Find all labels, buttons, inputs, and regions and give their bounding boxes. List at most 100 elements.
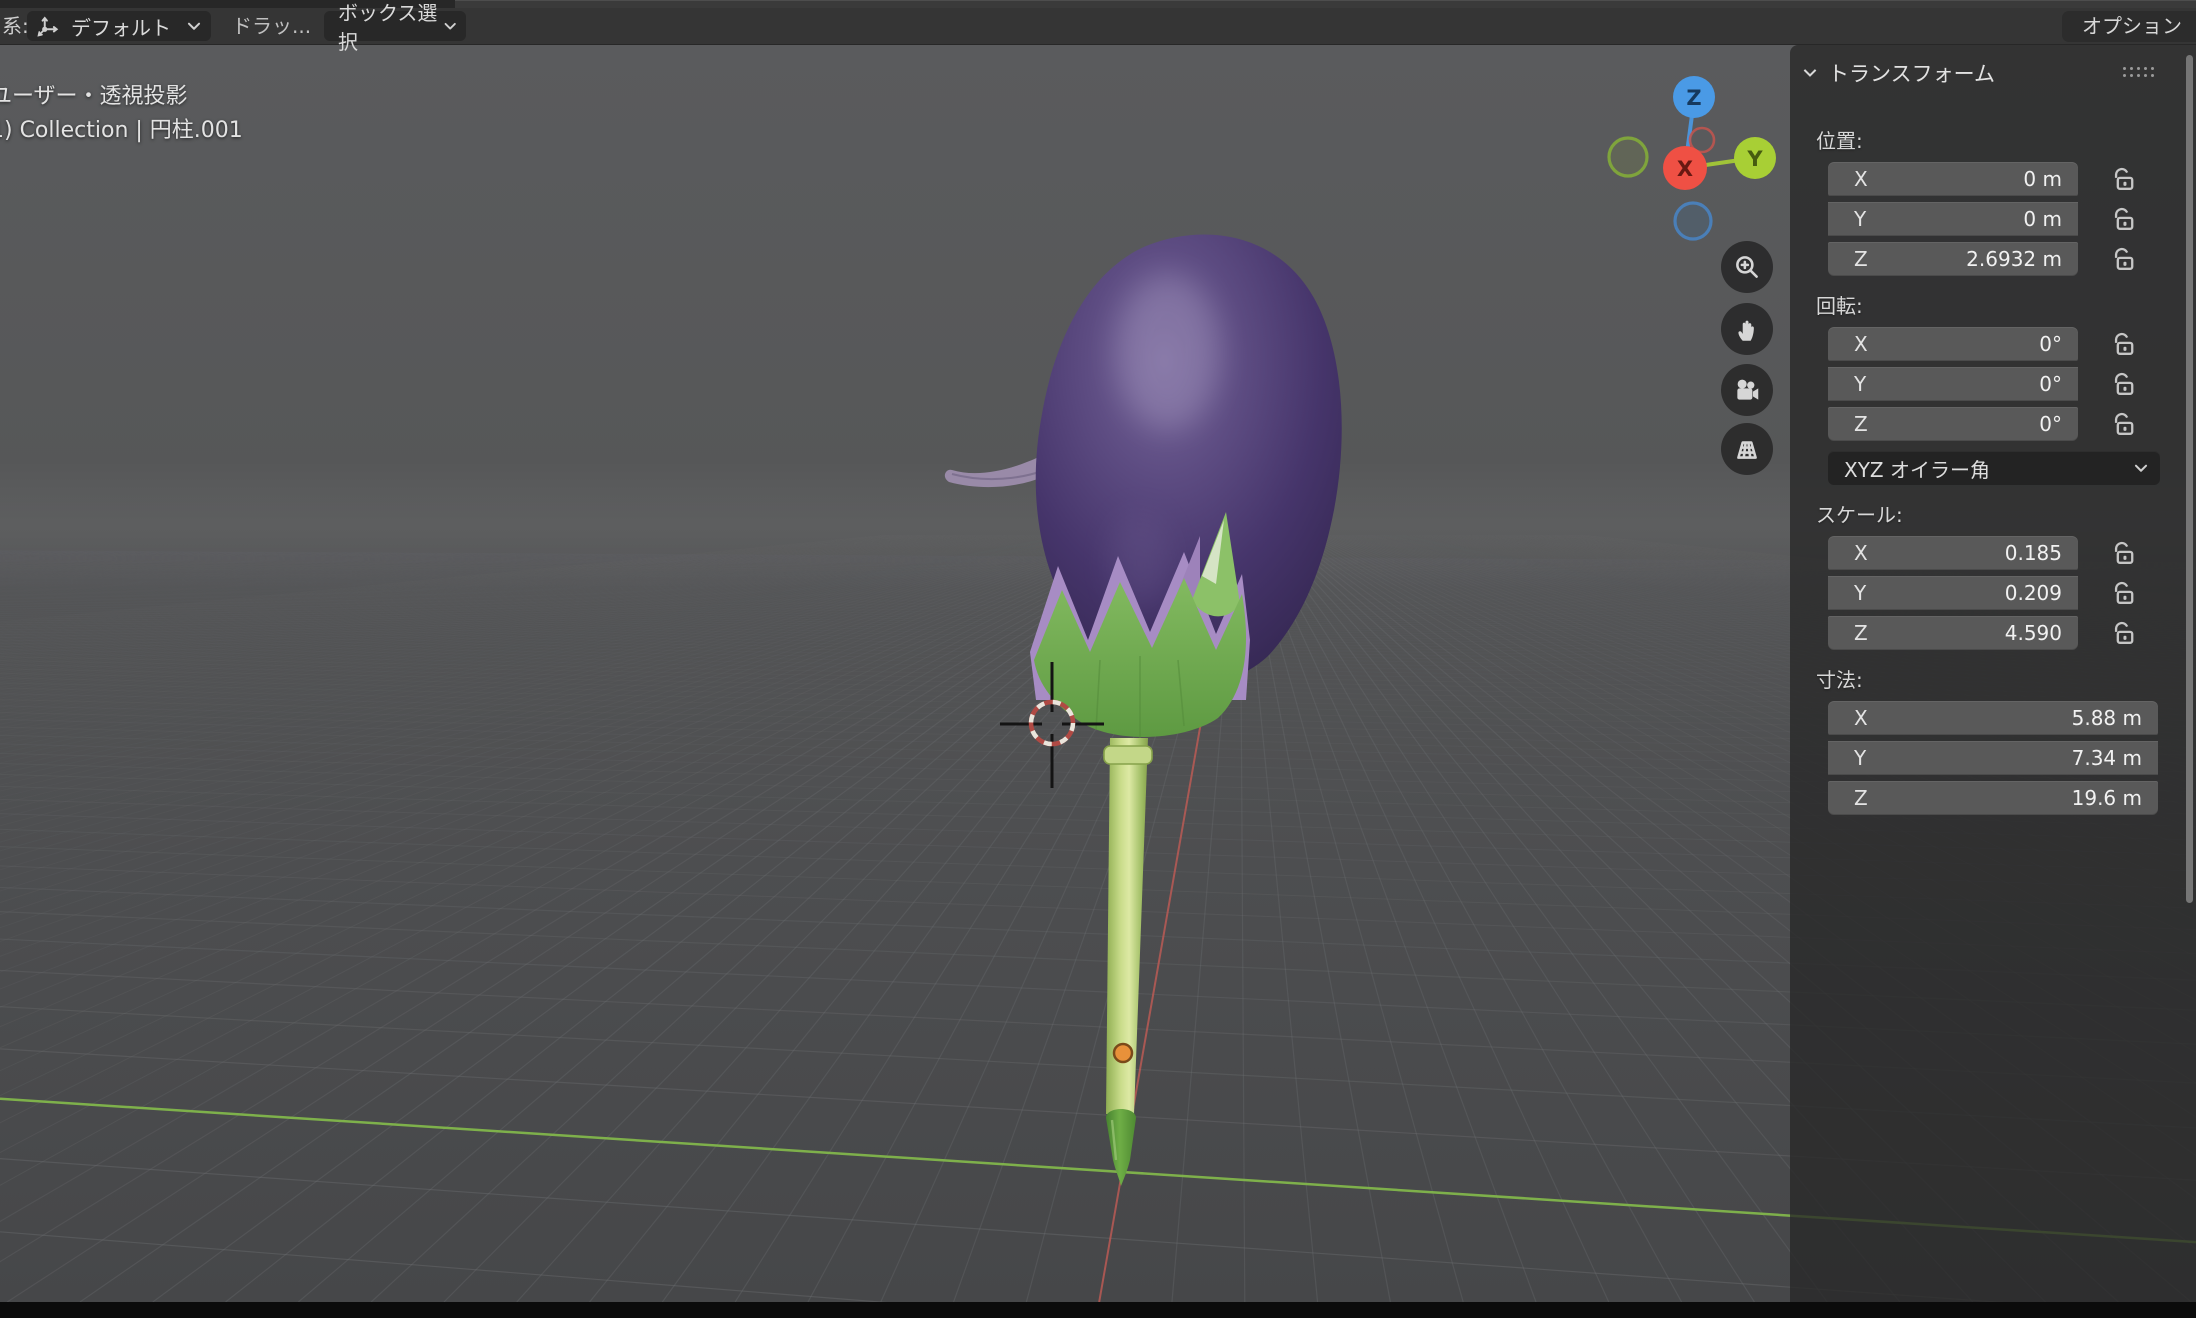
rotation-mode-value: XYZ オイラー角 (1844, 454, 1990, 483)
axis-value: 0.185 (2005, 541, 2062, 565)
panel-title: トランスフォーム (1828, 58, 1995, 88)
select-mode-value: ボックス選択 (338, 0, 444, 55)
axis-value: 0.209 (2005, 581, 2062, 605)
axis-value: 0 m (2023, 207, 2062, 231)
axis-value: 4.590 (2005, 621, 2062, 645)
pan-button[interactable] (1721, 303, 1773, 355)
scale-z-lock-icon[interactable] (2108, 618, 2138, 648)
rotation-x-field[interactable]: X 0° (1828, 327, 2078, 361)
object-origin-dot (1114, 1044, 1132, 1062)
axis-label: X (1854, 706, 1868, 730)
panel-scrollbar[interactable] (2186, 55, 2193, 903)
gizmo-minus-z[interactable] (1675, 203, 1711, 239)
axis-value: 0° (2039, 372, 2062, 396)
axis-label: Y (1854, 372, 1866, 396)
chevron-down-icon (2134, 464, 2148, 473)
location-y-lock-icon[interactable] (2108, 204, 2138, 234)
panel-grip-handle[interactable] (2123, 67, 2158, 81)
hand-icon (1732, 314, 1762, 344)
gizmo-x-ball[interactable]: X (1663, 146, 1707, 190)
scale-x-row: X 0.185 (1828, 536, 2196, 570)
gizmo-z-label: Z (1686, 86, 1701, 110)
scale-y-field[interactable]: Y 0.209 (1828, 576, 2078, 610)
zoom-button[interactable] (1721, 241, 1773, 293)
transform-orientation-dropdown[interactable]: デフォルト (27, 11, 211, 41)
gizmo-x-label: X (1677, 157, 1693, 181)
camera-icon (1732, 375, 1762, 405)
axis-label: X (1854, 167, 1868, 191)
rotation-section-label: 回転: (1816, 290, 2196, 319)
axis-label: Y (1854, 581, 1866, 605)
chevron-down-icon (444, 22, 456, 31)
axis-label: Z (1854, 412, 1868, 436)
dimensions-z-field[interactable]: Z 19.6 m (1828, 781, 2158, 815)
location-y-row: Y 0 m (1828, 202, 2196, 236)
stem-collar (1104, 746, 1152, 764)
rotation-z-row: Z 0° (1828, 407, 2196, 441)
orientation-prefix-label: 系: (2, 8, 29, 44)
gizmo-minus-y[interactable] (1609, 138, 1647, 176)
location-y-field[interactable]: Y 0 m (1828, 202, 2078, 236)
location-x-field[interactable]: X 0 m (1828, 162, 2078, 196)
gizmo-y-ball[interactable]: Y (1734, 137, 1776, 179)
location-z-field[interactable]: Z 2.6932 m (1828, 242, 2078, 276)
scale-z-row: Z 4.590 (1828, 616, 2196, 650)
perspective-grid-icon (1732, 434, 1762, 464)
axis-label: Z (1854, 786, 1868, 810)
scale-section-label: スケール: (1816, 499, 2196, 528)
axis-label: Y (1854, 746, 1866, 770)
options-button[interactable]: オプション (2062, 11, 2196, 42)
axis-label: Y (1854, 207, 1866, 231)
transform-panel-header[interactable]: トランスフォーム (1790, 45, 2196, 101)
panel-collapse-chevron-icon[interactable] (1802, 68, 1818, 78)
location-x-lock-icon[interactable] (2108, 164, 2138, 194)
dimensions-x-row: X 5.88 m (1828, 701, 2196, 735)
axis-value: 0 m (2023, 167, 2062, 191)
select-mode-dropdown[interactable]: ボックス選択 (324, 11, 466, 41)
transform-orientation-icon (35, 13, 61, 39)
scale-y-lock-icon[interactable] (2108, 578, 2138, 608)
scale-y-row: Y 0.209 (1828, 576, 2196, 610)
transform-panel: トランスフォーム 位置: X 0 m Y 0 m Z 2.6932 m 回転: … (1790, 45, 2196, 1302)
axis-value: 0° (2039, 412, 2062, 436)
orientation-value: デフォルト (71, 12, 171, 41)
body-highlight (1116, 274, 1220, 430)
rotation-z-field[interactable]: Z 0° (1828, 407, 2078, 441)
gizmo-y-label: Y (1746, 147, 1763, 171)
rotation-z-lock-icon[interactable] (2108, 409, 2138, 439)
location-x-row: X 0 m (1828, 162, 2196, 196)
location-section-label: 位置: (1816, 125, 2196, 154)
location-z-lock-icon[interactable] (2108, 244, 2138, 274)
dimensions-section-label: 寸法: (1816, 664, 2196, 693)
orthographic-toggle-button[interactable] (1721, 423, 1773, 475)
scale-x-field[interactable]: X 0.185 (1828, 536, 2078, 570)
dimensions-y-row: Y 7.34 m (1828, 741, 2196, 775)
rotation-y-field[interactable]: Y 0° (1828, 367, 2078, 401)
axis-label: X (1854, 332, 1868, 356)
rotation-x-lock-icon[interactable] (2108, 329, 2138, 359)
rotation-x-row: X 0° (1828, 327, 2196, 361)
axis-label: Z (1854, 621, 1868, 645)
location-z-row: Z 2.6932 m (1828, 242, 2196, 276)
camera-view-button[interactable] (1721, 364, 1773, 416)
gizmo-z-ball[interactable]: Z (1673, 76, 1715, 118)
editor-bottom-strip (0, 1302, 2196, 1318)
axis-value: 5.88 m (2072, 706, 2142, 730)
axis-value: 2.6932 m (1966, 247, 2062, 271)
viewport-header: 系: デフォルト ドラッ... ボックス選択 オプション (0, 8, 2196, 45)
active-collection-label: 1) Collection | 円柱.001 (0, 112, 243, 144)
dimensions-x-field[interactable]: X 5.88 m (1828, 701, 2158, 735)
drag-label[interactable]: ドラッ... (232, 8, 311, 44)
zoom-icon (1732, 252, 1762, 282)
axis-label: Z (1854, 247, 1868, 271)
axis-value: 7.34 m (2072, 746, 2142, 770)
view-perspective-label: ユーザー・透視投影 (0, 78, 188, 110)
blender-window: { "topbar": { "orientation_prefix": "系:"… (0, 0, 2196, 1318)
dimensions-y-field[interactable]: Y 7.34 m (1828, 741, 2158, 775)
rotation-y-lock-icon[interactable] (2108, 369, 2138, 399)
axis-value: 0° (2039, 332, 2062, 356)
rotation-mode-dropdown[interactable]: XYZ オイラー角 (1828, 451, 2160, 485)
scale-x-lock-icon[interactable] (2108, 538, 2138, 568)
chevron-down-icon (187, 22, 201, 31)
scale-z-field[interactable]: Z 4.590 (1828, 616, 2078, 650)
